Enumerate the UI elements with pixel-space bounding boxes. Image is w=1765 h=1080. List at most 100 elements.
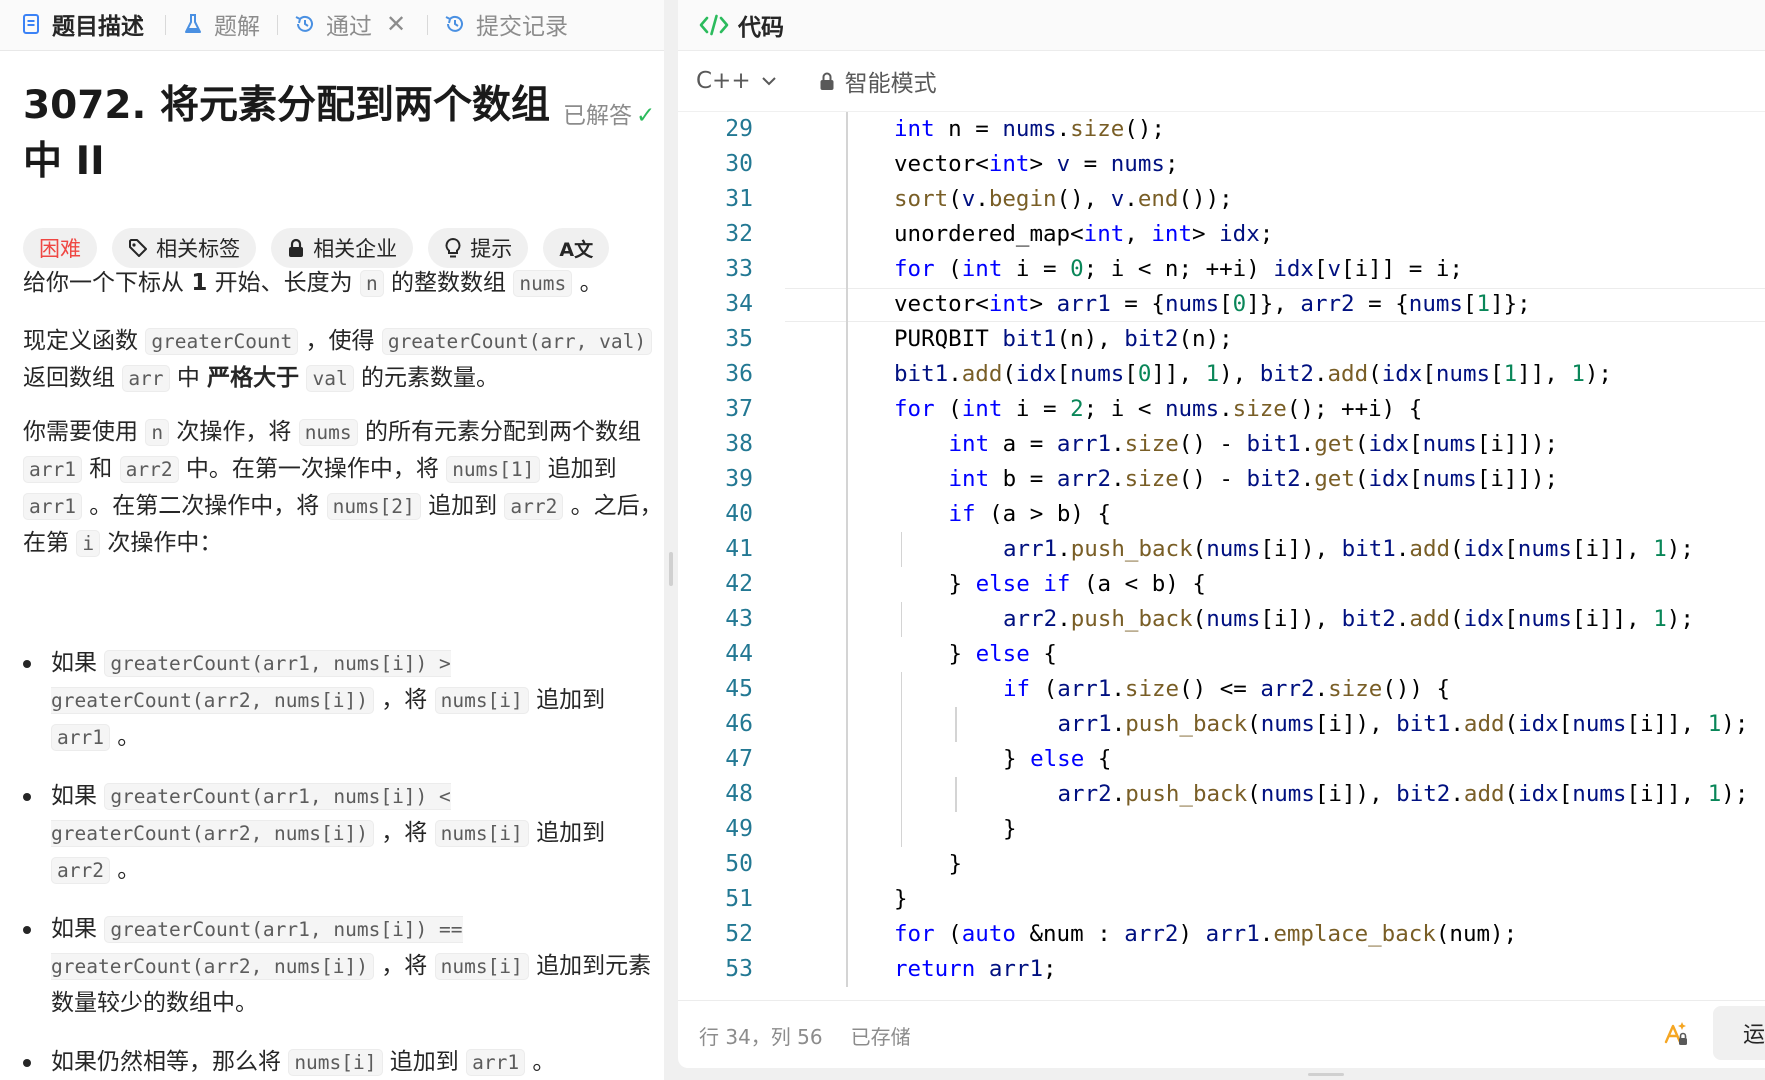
code-text[interactable]: sort(v.begin(), v.end()); (894, 182, 1233, 217)
chevron-down-icon (761, 77, 776, 86)
problem-chips: 困难 相关标签 相关企业 提示 A文 (23, 228, 619, 270)
text: 返回数组 (23, 365, 123, 391)
line-number: 42 (725, 571, 753, 597)
tab-solutions[interactable]: 题解 (182, 0, 260, 48)
description-paragraph: 现定义函数 greaterCount ，使得 greaterCount(arr,… (23, 323, 663, 397)
code-text[interactable]: } (1003, 812, 1017, 847)
difficulty-badge: 困难 (23, 228, 97, 268)
close-icon[interactable]: ✕ (386, 10, 406, 38)
code-text[interactable]: arr1.push_back(nums[i]), bit1.add(idx[nu… (1003, 532, 1694, 567)
code-line[interactable]: 53 return arr1; (678, 952, 1765, 987)
code-text[interactable]: } else { (1003, 742, 1111, 777)
code-text[interactable]: } (949, 847, 963, 882)
tab-accepted[interactable]: 通过 ✕ (294, 0, 406, 48)
code-text[interactable]: if (arr1.size() <= arr2.size()) { (1003, 672, 1450, 707)
code-line[interactable]: 30 vector<int> v = nums; (678, 147, 1765, 182)
line-number: 45 (725, 676, 753, 702)
code-text[interactable]: arr2.push_back(nums[i]), bit2.add(idx[nu… (1003, 602, 1694, 637)
run-label: 运 (1743, 1023, 1765, 1048)
ai-assistant-icon[interactable] (1660, 1018, 1690, 1048)
code-text[interactable]: return arr1; (894, 952, 1057, 987)
code-text[interactable]: } else { (949, 637, 1057, 672)
language-select[interactable]: C++ (696, 68, 777, 94)
solved-label: 已解答 (563, 103, 632, 129)
tab-divider (165, 15, 166, 35)
code-line[interactable]: 33 for (int i = 0; i < n; ++i) idx[v[i]] … (678, 252, 1765, 287)
related-companies-button[interactable]: 相关企业 (271, 228, 414, 268)
code-line[interactable]: 35 PURQBIT bit1(n), bit2(n); (678, 322, 1765, 357)
code-text[interactable]: } else if (a < b) { (949, 567, 1206, 602)
line-number: 46 (725, 711, 753, 737)
line-number: 33 (725, 256, 753, 282)
mode-label: 智能模式 (844, 71, 937, 97)
code-text[interactable]: for (int i = 2; i < nums.size(); ++i) { (894, 392, 1422, 427)
code-text[interactable]: int n = nums.size(); (894, 112, 1165, 147)
code-line[interactable]: 48 arr2.push_back(nums[i]), bit2.add(idx[… (678, 777, 1765, 812)
related-tags-button[interactable]: 相关标签 (112, 228, 257, 268)
tab-label: 通过 (326, 14, 372, 40)
code-text[interactable]: arr2.push_back(nums[i]), bit2.add(idx[nu… (1058, 777, 1749, 812)
code-line[interactable]: 32 unordered_map<int, int> idx; (678, 217, 1765, 252)
code-text[interactable]: unordered_map<int, int> idx; (894, 217, 1273, 252)
tag-icon (129, 239, 148, 257)
code-line[interactable]: 46 arr1.push_back(nums[i]), bit1.add(idx[… (678, 707, 1765, 742)
code-text[interactable]: vector<int> arr1 = {nums[0]}, arr2 = {nu… (894, 287, 1531, 322)
code-panel-header: 代码 (678, 0, 1765, 51)
code-line[interactable]: 29 int n = nums.size(); (678, 112, 1765, 147)
problem-title[interactable]: 3072. 将元素分配到两个数组中 II (23, 78, 563, 190)
code-line[interactable]: 34 vector<int> arr1 = {nums[0]}, arr2 = {… (678, 287, 1765, 322)
tab-description[interactable]: 题目描述 (20, 0, 144, 48)
code-panel: 代码 C++ 智能模式 29 int n = nums.size(); 30 vect… (678, 0, 1765, 1068)
smart-mode-toggle[interactable]: 智能模式 (819, 64, 937, 98)
run-button[interactable]: 运 (1713, 1006, 1765, 1060)
code-text[interactable]: for (int i = 0; i < n; ++i) idx[v[i]] = … (894, 252, 1463, 287)
code-line[interactable]: 42 } else if (a < b) { (678, 567, 1765, 602)
code-line[interactable]: 37 for (int i = 2; i < nums.size(); ++i) … (678, 392, 1765, 427)
code-line[interactable]: 38 int a = arr1.size() - bit1.get(idx[num… (678, 427, 1765, 462)
chip-label: 相关标签 (156, 237, 241, 261)
code-line[interactable]: 49} (678, 812, 1765, 847)
code-line[interactable]: 31 sort(v.begin(), v.end()); (678, 182, 1765, 217)
lightbulb-icon (445, 237, 461, 258)
inline-code: nums (298, 419, 358, 446)
panel-resize-handle[interactable] (664, 0, 678, 1080)
code-line[interactable]: 47} else { (678, 742, 1765, 777)
inline-code: n (145, 419, 170, 446)
inline-code: i (76, 530, 101, 557)
tab-submissions[interactable]: 提交记录 (444, 0, 568, 48)
hint-button[interactable]: 提示 (428, 228, 529, 268)
code-line[interactable]: 36 bit1.add(idx[nums[0]], 1), bit2.add(id… (678, 357, 1765, 392)
text: ，将 (373, 820, 435, 846)
code-text[interactable]: int b = arr2.size() - bit2.get(idx[nums[… (949, 462, 1559, 497)
code-line[interactable]: 41 arr1.push_back(nums[i]), bit1.add(idx[… (678, 532, 1765, 567)
code-line[interactable]: 44} else { (678, 637, 1765, 672)
code-line[interactable]: 39 int b = arr2.size() - bit2.get(idx[num… (678, 462, 1765, 497)
code-text[interactable]: vector<int> v = nums; (894, 147, 1178, 182)
code-text[interactable]: bit1.add(idx[nums[0]], 1), bit2.add(idx[… (894, 357, 1612, 392)
code-text[interactable]: for (auto &num : arr2) arr1.emplace_back… (894, 917, 1517, 952)
code-text[interactable]: PURQBIT bit1(n), bit2(n); (894, 322, 1233, 357)
code-editor[interactable]: 29 int n = nums.size(); 30 vector<int> v = … (678, 112, 1765, 987)
code-line[interactable]: 52 for (auto &num : arr2) arr1.emplace_ba… (678, 917, 1765, 952)
code-line[interactable]: 50} (678, 847, 1765, 882)
code-text[interactable]: if (a > b) { (949, 497, 1112, 532)
inline-code: n (359, 270, 384, 297)
code-line[interactable]: 45 if (arr1.size() <= arr2.size()) { (678, 672, 1765, 707)
text: 你需要使用 (23, 419, 146, 445)
inline-code: arr2 (119, 456, 179, 483)
code-text[interactable]: arr1.push_back(nums[i]), bit1.add(idx[nu… (1058, 707, 1749, 742)
indent-guide (900, 602, 902, 637)
problem-panel: 题目描述 题解 通过 ✕ 提交记录 3072. 将元素分配到两个数组中 II 已… (0, 0, 664, 1080)
code-line[interactable]: 51} (678, 882, 1765, 917)
line-number: 40 (725, 501, 753, 527)
code-text[interactable]: } (894, 882, 908, 917)
list-item: 如果 greaterCount(arr1, nums[i]) < greater… (23, 778, 663, 889)
line-number: 48 (725, 781, 753, 807)
code-line[interactable]: 40 if (a > b) { (678, 497, 1765, 532)
code-line[interactable]: 43 arr2.push_back(nums[i]), bit2.add(idx[… (678, 602, 1765, 637)
bottom-resize-grip[interactable] (1308, 1073, 1344, 1076)
chip-label: 相关企业 (313, 237, 398, 261)
resize-grip[interactable] (669, 552, 673, 586)
code-text[interactable]: int a = arr1.size() - bit1.get(idx[nums[… (949, 427, 1559, 462)
translate-button[interactable]: A文 (543, 228, 610, 268)
